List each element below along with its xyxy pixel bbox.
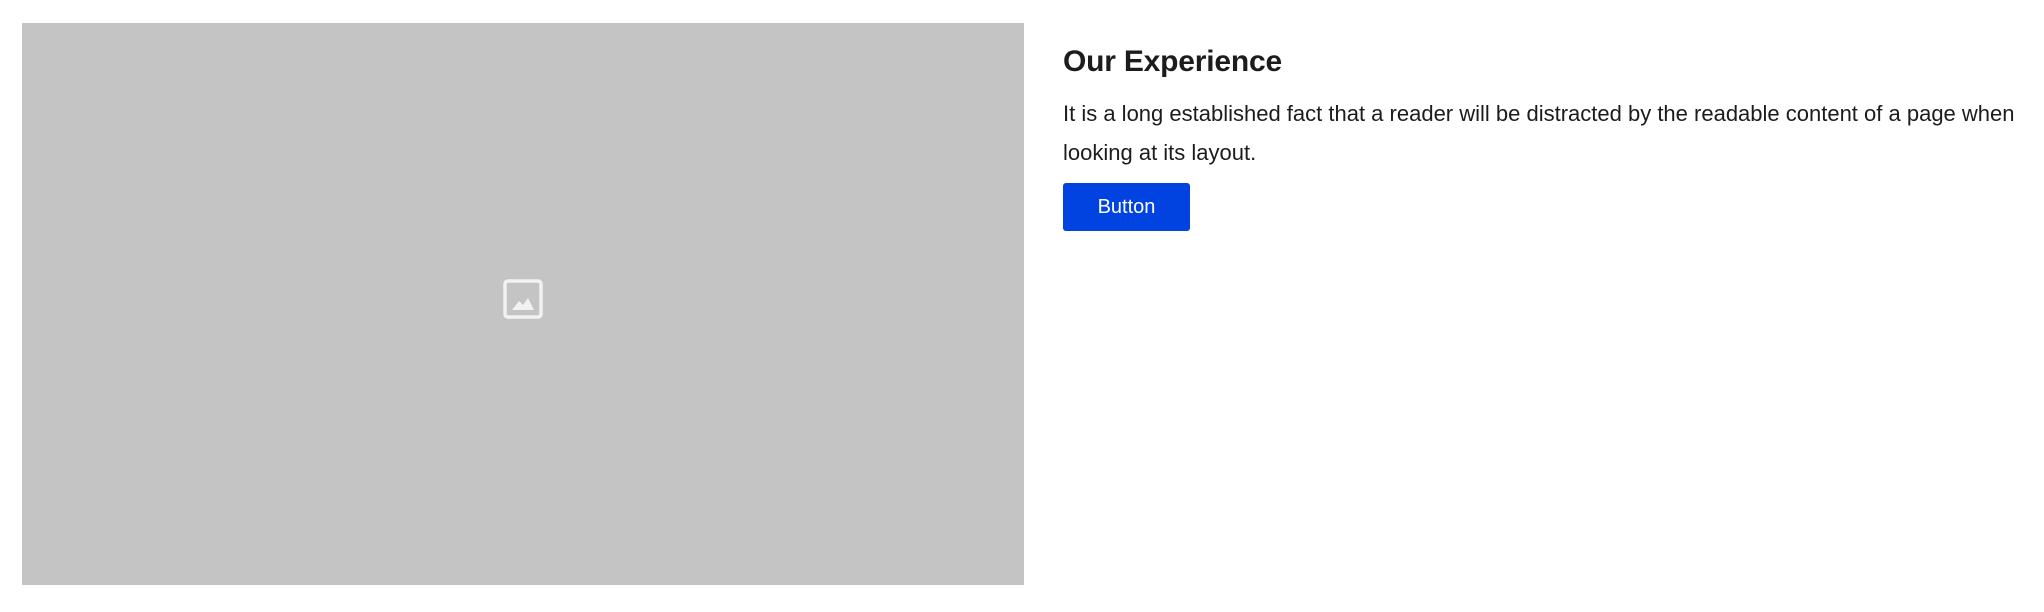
content-section: Our Experience It is a long established …	[1063, 38, 2023, 231]
section-title: Our Experience	[1063, 45, 1282, 78]
section-description: It is a long established fact that a rea…	[1063, 101, 2015, 165]
image-icon	[503, 279, 543, 319]
image-placeholder	[22, 23, 1024, 585]
primary-button[interactable]: Button	[1063, 183, 1190, 231]
